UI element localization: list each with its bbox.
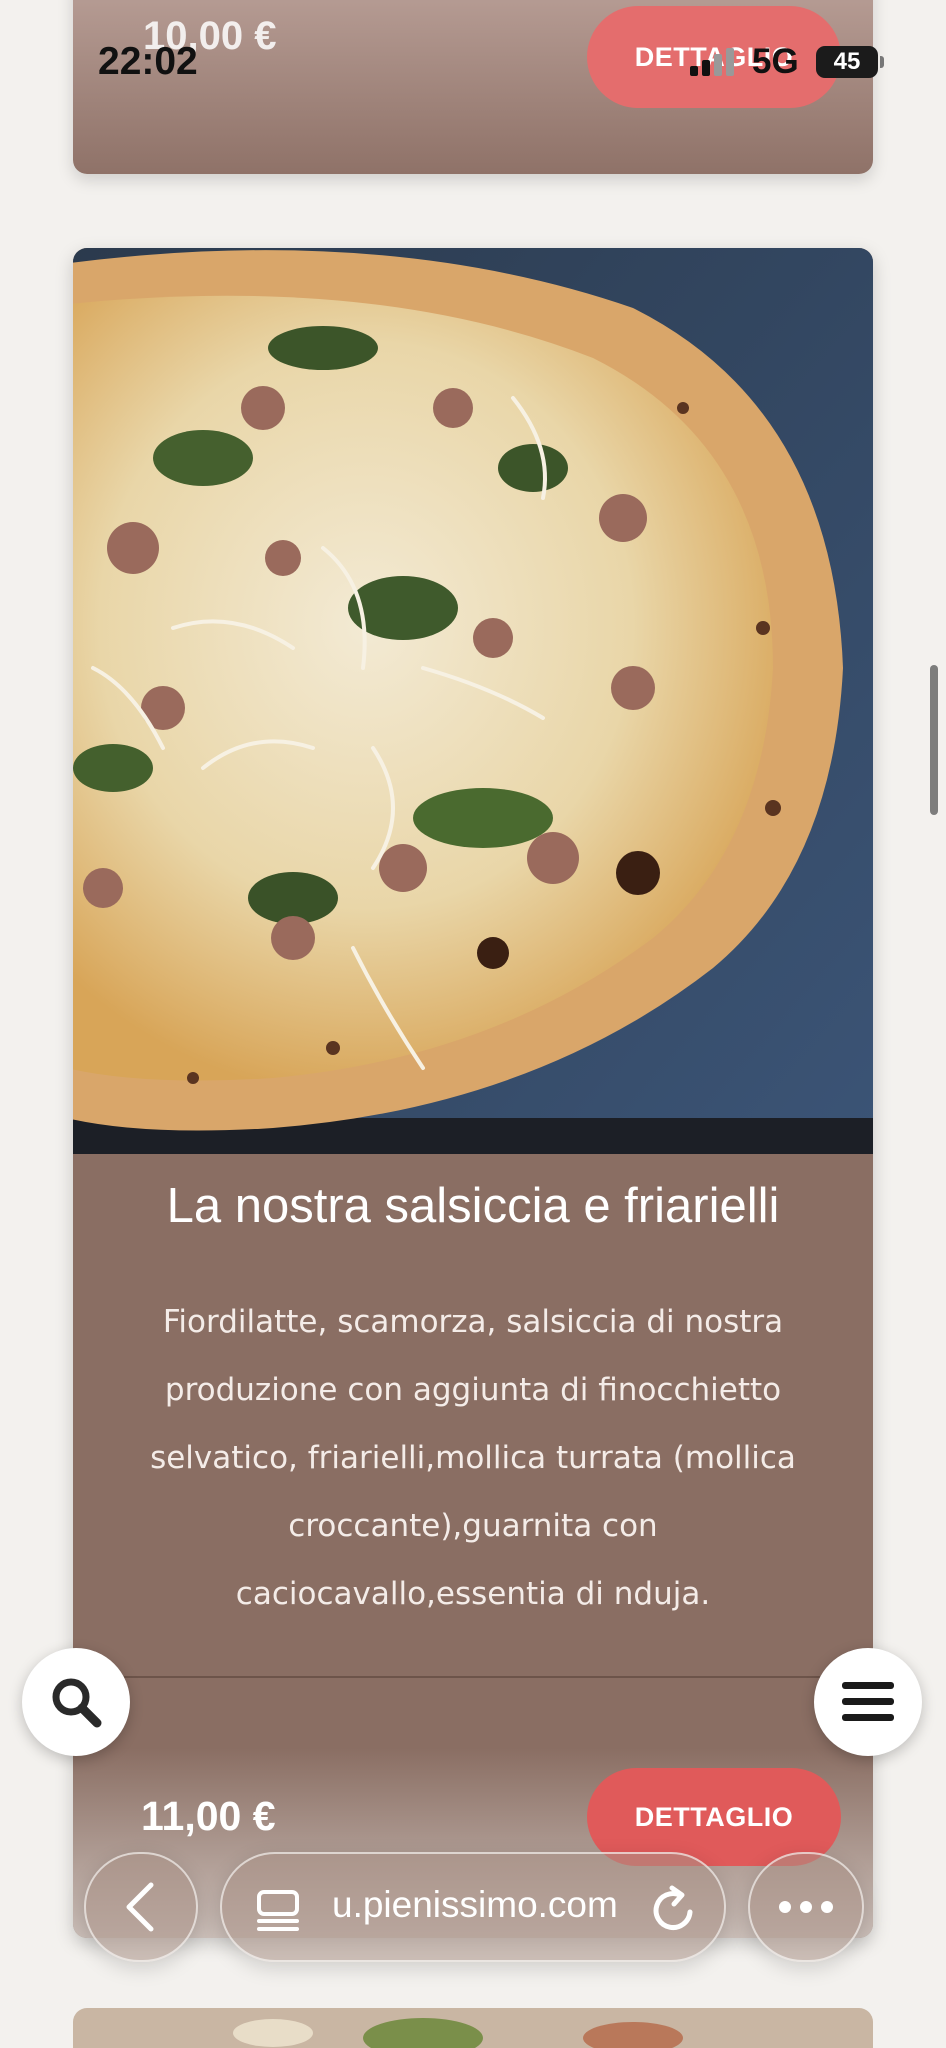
next-product-card [73,2008,873,2048]
more-button[interactable] [748,1852,864,1962]
product-description: Fiordilatte, scamorza, salsiccia di nost… [150,1304,796,1612]
product-price: 11,00 € [141,1793,276,1839]
tabs-icon [257,1890,299,1931]
status-time: 22:02 [98,40,198,83]
back-button[interactable] [84,1852,198,1962]
pizza-photo [73,248,873,1154]
card-divider [73,1676,873,1678]
status-bar: 22:02 5G 45 [0,0,946,120]
scroll-indicator[interactable] [930,665,938,815]
menu-button[interactable] [814,1648,922,1756]
battery-cap [880,56,884,68]
address-bar[interactable]: u.pienissimo.com [220,1852,726,1962]
product-card: La nostra salsiccia e friarielli Fiordil… [73,248,873,1938]
reload-icon[interactable] [650,1884,698,1934]
product-title: La nostra salsiccia e friarielli [166,1179,780,1233]
battery-icon: 45 [816,46,878,78]
network-type: 5G [752,42,799,81]
url-text: u.pienissimo.com [332,1884,618,1925]
search-icon [52,1678,102,1728]
chevron-left-icon [126,1882,154,1932]
page: 10,00 € DETTAGLIO 22:02 5G 45 La nostra … [0,0,946,2048]
search-button[interactable] [22,1648,130,1756]
more-dots-icon [779,1901,833,1913]
hamburger-menu-icon [842,1682,894,1721]
next-product-photo [73,2008,873,2048]
signal-icon [690,48,734,76]
